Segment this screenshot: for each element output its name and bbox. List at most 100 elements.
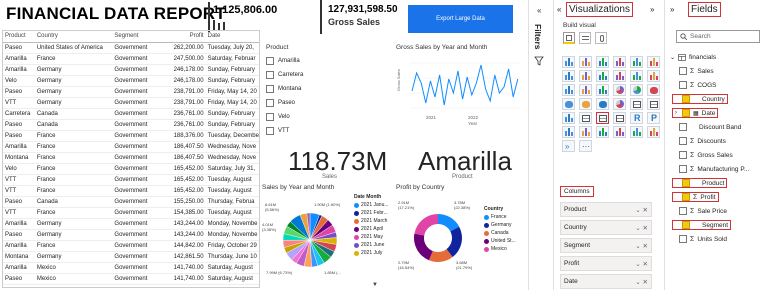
format-visual-tab-icon[interactable] <box>579 32 591 44</box>
field-checkbox[interactable] <box>682 95 690 103</box>
field-checkbox[interactable] <box>679 123 687 131</box>
table-row[interactable]: Paseo France Government 188,376.00 Tuesday, … <box>3 130 259 142</box>
remove-icon[interactable]: ✕ <box>643 261 648 268</box>
matrix-icon[interactable] <box>613 112 626 124</box>
donut-legend-item[interactable]: Germany <box>484 221 526 229</box>
column-well-profit[interactable]: Profit ⌄ ✕ <box>560 256 652 271</box>
multi-row-card-icon[interactable] <box>647 98 660 110</box>
slicer-checkbox[interactable] <box>266 57 274 65</box>
field-product[interactable]: Product <box>672 176 768 190</box>
slicer-checkbox[interactable] <box>266 71 274 79</box>
table-row[interactable]: Paseo Germany Government 238,791.00 Friday, … <box>3 86 259 98</box>
slicer-item-paseo[interactable]: Paseo <box>266 96 390 110</box>
clustered-column-icon[interactable] <box>613 56 626 68</box>
pie-legend-item[interactable]: 2021 Janu... <box>354 201 396 209</box>
field-checkbox[interactable] <box>679 165 687 173</box>
table-row[interactable]: Amarilla Mexico Government 141,740.00 Saturd… <box>3 262 259 274</box>
kpi-icon[interactable] <box>562 112 575 124</box>
slicer-checkbox[interactable] <box>266 127 274 135</box>
field-segment[interactable]: Segment <box>672 218 768 232</box>
analytics-tab-icon[interactable] <box>595 32 607 44</box>
column-well-segment[interactable]: Segment ⌄ ✕ <box>560 238 652 253</box>
card-icon[interactable] <box>630 98 643 110</box>
collapse-vis-icon[interactable]: « <box>557 5 561 14</box>
table-row[interactable]: Montana France Government 186,407.50 Wednesd… <box>3 152 259 164</box>
table-row[interactable]: Amarilla Germany Government 246,178.00 Sunda… <box>3 64 259 76</box>
field-checkbox[interactable] <box>679 67 687 75</box>
table-header-profit[interactable]: Profit <box>157 31 206 43</box>
build-visual-tab-icon[interactable] <box>563 32 575 44</box>
field-checkbox[interactable] <box>679 81 687 89</box>
slicer-item-amarilla[interactable]: Amarilla <box>266 54 390 68</box>
collapse-fields-icon[interactable]: » <box>670 5 674 14</box>
smart-narrative-icon[interactable] <box>613 126 626 138</box>
export-large-data-button[interactable]: Export Large Data <box>408 5 513 33</box>
clustered-bar-icon[interactable] <box>596 56 609 68</box>
table-row[interactable]: VTT France Government 165,452.00 Tuesday, Au… <box>3 174 259 186</box>
table-row[interactable]: Amarilla France Government 186,407.50 Wednes… <box>3 141 259 153</box>
line-chart-icon[interactable] <box>562 70 575 82</box>
pie-legend-item[interactable]: 2021 April <box>354 225 396 233</box>
table-row[interactable]: Velo Germany Government 246,178.00 Sunday, F… <box>3 75 259 87</box>
chevron-down-icon[interactable]: ⌄ <box>635 225 640 232</box>
page-chevron-down-icon[interactable]: ▼ <box>372 282 378 288</box>
shape-map-icon[interactable] <box>596 98 609 110</box>
column-well-product[interactable]: Product ⌄ ✕ <box>560 202 652 217</box>
column-well-date[interactable]: Date ⌄ ✕ <box>560 274 652 289</box>
slicer-item-vtt[interactable]: VTT <box>266 124 390 138</box>
slicer-checkbox[interactable] <box>266 85 274 93</box>
filled-map-icon[interactable] <box>579 98 592 110</box>
field-manufacturing-p-[interactable]: Σ Manufacturing P... <box>672 162 768 176</box>
table-row[interactable]: Paseo Canada Government 155,250.00 Thursday,… <box>3 196 259 208</box>
field-checkbox[interactable] <box>682 221 690 229</box>
field-country[interactable]: Country <box>672 92 768 106</box>
field-checkbox[interactable] <box>682 109 690 117</box>
slicer-checkbox[interactable] <box>266 99 274 107</box>
pie-legend-item[interactable]: 2021 May <box>354 233 396 241</box>
table-row[interactable]: Paseo Germany Government 143,244.00 Monday, … <box>3 229 259 241</box>
remove-icon[interactable]: ✕ <box>643 225 648 232</box>
treemap-icon[interactable] <box>647 84 660 96</box>
fields-search-input[interactable]: Search <box>676 30 760 43</box>
ellipsis-icon[interactable]: ··· <box>579 140 592 152</box>
table-row[interactable]: Amarilla France Government 247,500.00 Saturd… <box>3 53 259 65</box>
key-influencers-icon[interactable] <box>562 126 575 138</box>
stacked-column-icon[interactable] <box>579 56 592 68</box>
pie-legend-item[interactable]: 2021 Febr... <box>354 209 396 217</box>
line-stacked-icon[interactable] <box>630 70 643 82</box>
field-checkbox[interactable] <box>679 137 687 145</box>
donut-chart-icon[interactable] <box>630 84 643 96</box>
field-checkbox[interactable] <box>682 193 690 201</box>
table-row[interactable]: Amarilla France Government 144,842.00 Friday… <box>3 240 259 252</box>
field-sales[interactable]: Σ Sales <box>672 64 768 78</box>
remove-icon[interactable]: ✕ <box>643 243 648 250</box>
table-header-date[interactable]: Date <box>205 31 259 43</box>
table-row[interactable]: Velo France Government 165,452.00 Saturday, … <box>3 163 259 175</box>
donut-legend-item[interactable]: United St... <box>484 237 526 245</box>
field-units-sold[interactable]: Σ Units Sold <box>672 232 768 246</box>
field-checkbox[interactable] <box>679 207 687 215</box>
waterfall-icon[interactable] <box>562 84 575 96</box>
table-header-segment[interactable]: Segment <box>112 31 158 43</box>
pie-legend-item[interactable]: 2021 June <box>354 241 396 249</box>
filters-pane-collapsed[interactable]: « Filters <box>529 0 553 290</box>
more-visuals-icon[interactable]: » <box>562 140 575 152</box>
line-column-icon[interactable] <box>613 70 626 82</box>
financials-table-node[interactable]: ⌄ financials <box>670 50 716 64</box>
table-header-product[interactable]: Product <box>3 31 35 43</box>
chevron-down-icon[interactable]: ⌄ <box>635 279 640 286</box>
donut-legend-item[interactable]: Mexico <box>484 245 526 253</box>
funnel-icon[interactable] <box>579 84 592 96</box>
field-discount-band[interactable]: Discount Band <box>672 120 768 134</box>
field-sale-price[interactable]: Σ Sale Price <box>672 204 768 218</box>
table-row[interactable]: Carretera Canada Government 236,761.00 Sunda… <box>3 108 259 120</box>
stacked-bar-icon[interactable] <box>562 56 575 68</box>
table-row[interactable]: VTT Germany Government 238,791.00 Friday, Ma… <box>3 97 259 109</box>
slicer-item-carretera[interactable]: Carretera <box>266 68 390 82</box>
table-row[interactable]: VTT France Government 154,385.00 Tuesday, Au… <box>3 207 259 219</box>
table-row[interactable]: VTT France Government 165,452.00 Tuesday, Au… <box>3 185 259 197</box>
table-icon[interactable] <box>596 112 609 124</box>
field-checkbox[interactable] <box>679 235 687 243</box>
area-chart-icon[interactable] <box>579 70 592 82</box>
field-profit[interactable]: Σ Profit <box>672 190 768 204</box>
